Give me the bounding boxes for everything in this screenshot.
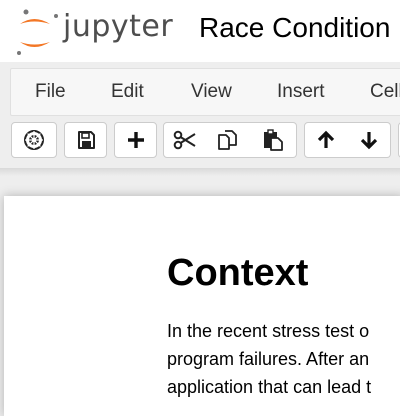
plus-icon	[127, 132, 144, 148]
add-cell-button[interactable]	[114, 122, 157, 158]
paste-button[interactable]	[249, 122, 297, 158]
save-and-checkpoint-button[interactable]	[64, 122, 107, 158]
markdown-line: program failures. After an	[167, 349, 370, 369]
scissors-icon	[173, 130, 196, 150]
kernel-status-button[interactable]	[11, 122, 57, 158]
header-divider	[0, 168, 400, 176]
arrow-up-icon	[317, 130, 335, 148]
markdown-line: In the recent stress test o	[167, 321, 370, 341]
notebook-header: jupyter Race Condition	[0, 0, 400, 62]
kernel-status-icon	[24, 130, 44, 150]
arrow-down-icon	[360, 132, 377, 150]
move-down-button[interactable]	[347, 122, 391, 158]
notebook-title[interactable]: Race Condition	[199, 12, 390, 44]
paste-icon	[263, 129, 283, 151]
menu-insert[interactable]: Insert	[277, 81, 325, 103]
jupyter-wordmark: jupyter	[63, 9, 174, 44]
markdown-heading: Context	[167, 252, 309, 294]
cut-button[interactable]	[163, 122, 207, 158]
notebook-page: Context In the recent stress test o prog…	[4, 196, 400, 416]
menu-file[interactable]: File	[35, 81, 66, 103]
menu-bar: File Edit View Insert Cell	[10, 68, 400, 116]
menu-view[interactable]: View	[191, 81, 232, 103]
toolbar	[0, 122, 400, 162]
menu-cell[interactable]: Cell	[370, 81, 400, 103]
move-up-button[interactable]	[304, 122, 348, 158]
save-icon	[77, 131, 95, 149]
copy-icon	[217, 130, 237, 150]
menu-edit[interactable]: Edit	[111, 81, 144, 103]
copy-button[interactable]	[206, 122, 250, 158]
markdown-line: application that can lead t	[167, 377, 372, 397]
